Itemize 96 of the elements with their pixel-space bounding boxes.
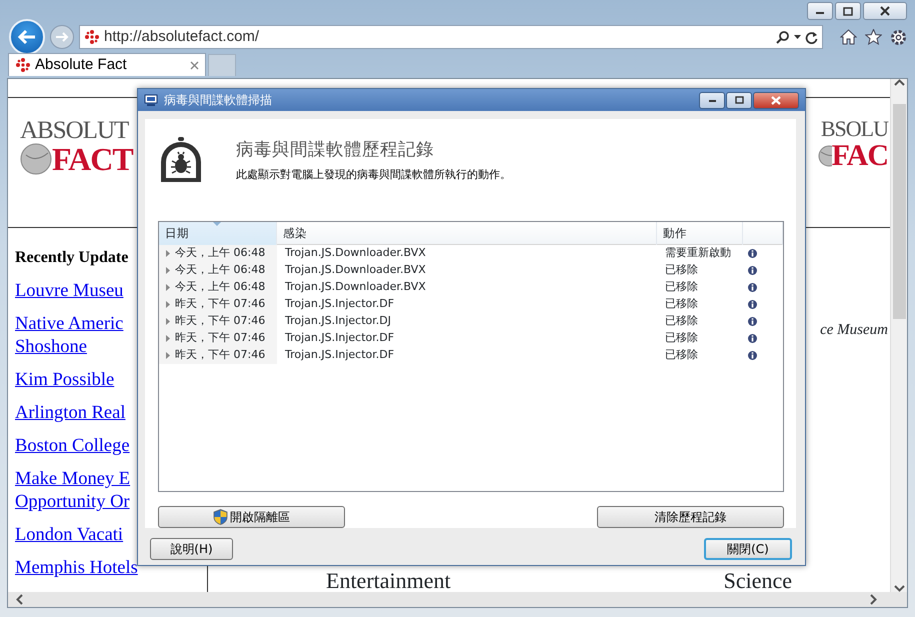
- logo-text: FAC: [832, 141, 888, 171]
- action-cell-text: 已移除: [664, 330, 699, 346]
- date-cell-text: 昨天，下午 07:46: [175, 296, 266, 312]
- caret-icon[interactable]: [794, 34, 801, 40]
- search-icon[interactable]: [776, 30, 790, 44]
- minimize-icon: [708, 97, 716, 103]
- dialog-description: 此處顯示對電腦上發現的病毒與間諜軟體所執行的動作。: [236, 167, 511, 184]
- close-button[interactable]: [863, 2, 907, 20]
- caption-text: ce Museum: [820, 321, 888, 340]
- date-cell-text: 昨天，下午 07:46: [175, 312, 266, 329]
- dialog-heading: 病毒與間諜軟體歷程記錄: [236, 139, 435, 162]
- expand-arrow-icon[interactable]: [165, 300, 171, 308]
- close-icon: [880, 6, 890, 16]
- sort-arrow-icon: [213, 222, 221, 226]
- back-button[interactable]: [9, 19, 45, 55]
- site-icon: [84, 29, 100, 45]
- computer-icon: [144, 94, 158, 106]
- quarantine-button[interactable]: 開啟隔離區: [158, 506, 345, 528]
- home-icon[interactable]: [840, 28, 857, 44]
- maximize-button[interactable]: [835, 2, 861, 20]
- info-icon[interactable]: [748, 282, 757, 292]
- infection-cell-text: Trojan.JS.Injector.DJ: [284, 312, 392, 329]
- bug-icon: [158, 137, 204, 183]
- logo-text: ABSOLUT: [20, 118, 128, 143]
- close-button[interactable]: [753, 92, 799, 108]
- infection-cell-text: Trojan.JS.Downloader.BVX: [284, 244, 427, 261]
- maximize-icon: [843, 6, 853, 16]
- close-dialog-button[interactable]: 關閉(C): [704, 538, 792, 560]
- refresh-icon[interactable]: [805, 30, 818, 44]
- infection-cell-text: Trojan.JS.Downloader.BVX: [284, 262, 427, 278]
- action-cell-text: 已移除: [664, 262, 699, 278]
- address-field[interactable]: http://absolutefact.com/: [79, 25, 823, 49]
- info-icon[interactable]: [748, 266, 757, 275]
- info-icon[interactable]: [748, 334, 757, 343]
- sidebar-link[interactable]: Boston College: [15, 435, 130, 458]
- dialog-title: 病毒與間諜軟體掃描: [164, 92, 273, 109]
- expand-arrow-icon[interactable]: [165, 284, 171, 291]
- maximize-icon: [734, 96, 744, 104]
- expand-arrow-icon[interactable]: [165, 352, 171, 359]
- expand-arrow-icon[interactable]: [165, 250, 171, 257]
- info-icon[interactable]: [748, 316, 757, 326]
- info-icon[interactable]: [748, 350, 757, 360]
- infection-cell-text: Trojan.JS.Injector.DF: [284, 330, 396, 346]
- logo-text: FACT: [52, 143, 133, 175]
- sidebar-heading: Recently Update: [15, 248, 128, 268]
- settings-icon[interactable]: [890, 28, 907, 46]
- back-icon: [17, 29, 37, 45]
- site-icon: [15, 57, 31, 73]
- sidebar-link[interactable]: Native Americ: [15, 313, 124, 336]
- vertical-scrollbar[interactable]: [890, 79, 907, 592]
- sidebar-link[interactable]: Make Money E: [15, 468, 130, 491]
- sidebar-link[interactable]: Arlington Real: [15, 402, 126, 425]
- date-cell-text: 今天，上午 06:48: [175, 278, 266, 295]
- category-link[interactable]: Science: [724, 569, 792, 592]
- info-icon[interactable]: [748, 248, 757, 258]
- date-cell-text: 昨天，下午 07:46: [175, 346, 266, 363]
- logo-text: BSOLU: [820, 118, 888, 140]
- sidebar-link[interactable]: Shoshone: [15, 336, 87, 359]
- infection-cell-text: Trojan.JS.Downloader.BVX: [284, 278, 427, 295]
- minimize-button[interactable]: [699, 92, 725, 108]
- infection-cell-text: Trojan.JS.Injector.DF: [284, 296, 396, 312]
- star-icon[interactable]: [865, 28, 882, 44]
- column-header[interactable]: 日期: [159, 222, 277, 245]
- date-cell-text: 昨天，下午 07:46: [175, 330, 266, 346]
- expand-arrow-icon[interactable]: [165, 334, 171, 342]
- maximize-button[interactable]: [726, 92, 752, 108]
- close-icon: [771, 96, 781, 104]
- forward-button[interactable]: [50, 25, 74, 49]
- column-header[interactable]: 感染: [277, 222, 657, 245]
- column-header[interactable]: 動作: [657, 222, 743, 245]
- action-cell-text: 已移除: [664, 346, 699, 363]
- globe-icon: [20, 143, 52, 175]
- close-icon[interactable]: [190, 60, 199, 70]
- clear-history-button[interactable]: 清除歷程記錄: [597, 506, 784, 528]
- action-cell-text: 已移除: [664, 312, 699, 329]
- shield-icon: [213, 509, 228, 525]
- horizontal-scrollbar[interactable]: [8, 592, 907, 607]
- help-button[interactable]: 說明(H): [150, 538, 233, 560]
- sidebar-link[interactable]: Louvre Museu: [15, 280, 124, 303]
- sidebar-link[interactable]: Opportunity Or: [15, 491, 130, 514]
- category-link[interactable]: Entertainment: [326, 569, 451, 592]
- infection-cell-text: Trojan.JS.Injector.DF: [284, 346, 396, 363]
- info-icon[interactable]: [748, 300, 757, 309]
- expand-arrow-icon[interactable]: [165, 318, 171, 325]
- sidebar-link[interactable]: Kim Possible: [15, 369, 114, 392]
- sidebar-link[interactable]: Memphis Hotels: [15, 557, 138, 580]
- minimize-button[interactable]: [807, 2, 833, 20]
- expand-arrow-icon[interactable]: [165, 266, 171, 274]
- action-cell-text: 已移除: [664, 296, 699, 312]
- browser-tab[interactable]: Absolute Fact: [8, 53, 206, 76]
- action-cell-text: 需要重新啟動: [664, 244, 732, 261]
- date-cell-text: 今天，上午 06:48: [175, 244, 266, 261]
- sidebar-link[interactable]: London Vacati: [15, 524, 124, 547]
- action-cell-text: 已移除: [664, 278, 699, 295]
- forward-icon: [55, 31, 69, 43]
- date-cell-text: 今天，上午 06:48: [175, 262, 266, 278]
